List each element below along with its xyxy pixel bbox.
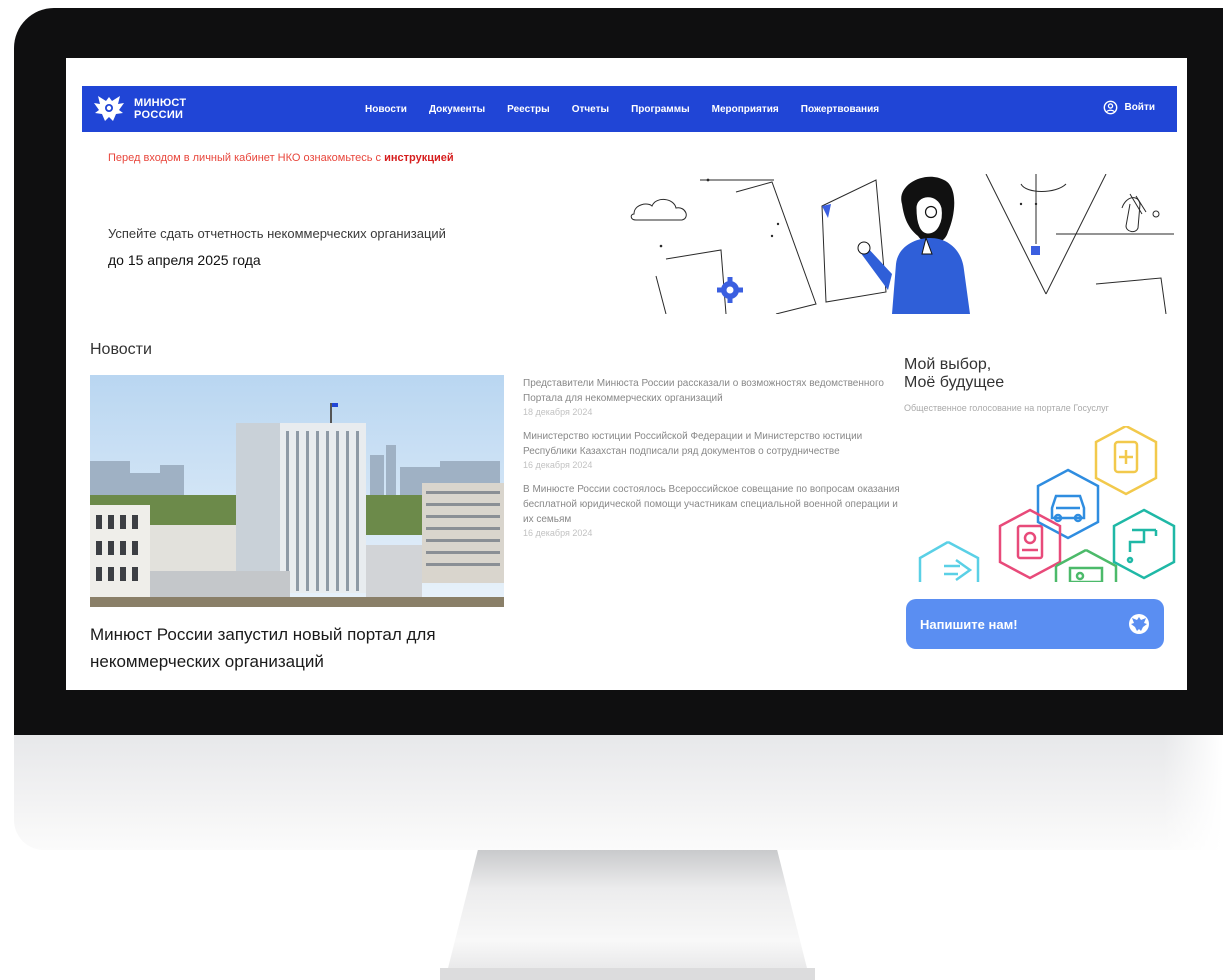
chat-button[interactable]: Напишите нам!	[906, 599, 1164, 649]
news-item-text: Министерство юстиции Российской Федераци…	[523, 431, 863, 457]
notice-text: Перед входом в личный кабинет НКО ознако…	[108, 152, 385, 164]
promo-title-line1: Мой выбор,	[904, 356, 992, 373]
promo-subtitle: Общественное голосование на портале Госу…	[904, 403, 1109, 413]
promo-title[interactable]: Мой выбор, Моё будущее	[904, 356, 1124, 392]
user-circle-icon	[1104, 100, 1118, 115]
logo-line2: РОССИИ	[134, 109, 184, 121]
monitor-stand	[445, 850, 810, 980]
nav-item-donations[interactable]: Пожертвования	[801, 104, 879, 115]
emblem-icon	[1129, 614, 1149, 634]
banner-text: Успейте сдать отчетность некоммерческих …	[108, 226, 446, 241]
nav-item-reports[interactable]: Отчеты	[572, 104, 609, 115]
login-button[interactable]: Войти	[1103, 100, 1155, 115]
news-item[interactable]: В Минюсте России состоялось Всероссийско…	[523, 482, 903, 538]
monitor-stand-base	[440, 968, 815, 980]
news-item-date: 16 декабря 2024	[523, 528, 593, 538]
news-item[interactable]: Министерство юстиции Российской Федераци…	[523, 429, 903, 470]
promo-title-line2: Моё будущее	[904, 374, 1005, 391]
instruction-link[interactable]: инструкцией	[384, 152, 454, 164]
news-list: Представители Минюста России рассказали …	[523, 376, 903, 550]
chat-button-label: Напишите нам!	[920, 616, 1018, 632]
logo-text[interactable]: МИНЮСТ РОССИИ	[134, 97, 186, 121]
monitor-chin	[14, 735, 1223, 850]
nav-item-registries[interactable]: Реестры	[507, 104, 550, 115]
banner-illustration	[630, 174, 1174, 314]
screen: МИНЮСТ РОССИИ Новости Документы Реестры …	[66, 58, 1187, 690]
news-item[interactable]: Представители Минюста России рассказали …	[523, 376, 903, 417]
nav-item-documents[interactable]: Документы	[429, 104, 485, 115]
news-item-text: Представители Минюста России рассказали …	[523, 378, 884, 404]
logo-line1: МИНЮСТ	[134, 97, 187, 109]
main-news-title[interactable]: Минюст России запустил новый портал для …	[90, 621, 504, 675]
news-item-date: 18 декабря 2024	[523, 407, 593, 417]
nav-item-events[interactable]: Мероприятия	[712, 104, 779, 115]
banner-deadline: до 15 апреля 2025 года	[108, 252, 261, 268]
nav-item-programs[interactable]: Программы	[631, 104, 690, 115]
nko-notice: Перед входом в личный кабинет НКО ознако…	[108, 152, 454, 164]
news-heading: Новости	[90, 341, 152, 358]
ministry-building-photo[interactable]	[90, 375, 504, 607]
main-nav: Новости Документы Реестры Отчеты Програм…	[365, 86, 879, 132]
services-icons-illustration	[918, 426, 1176, 582]
news-item-date: 16 декабря 2024	[523, 460, 593, 470]
nav-item-news[interactable]: Новости	[365, 104, 407, 115]
login-label: Войти	[1124, 102, 1155, 113]
eagle-emblem-icon[interactable]	[92, 93, 126, 125]
header-bar: МИНЮСТ РОССИИ Новости Документы Реестры …	[82, 86, 1177, 132]
news-item-text: В Минюсте России состоялось Всероссийско…	[523, 484, 900, 525]
